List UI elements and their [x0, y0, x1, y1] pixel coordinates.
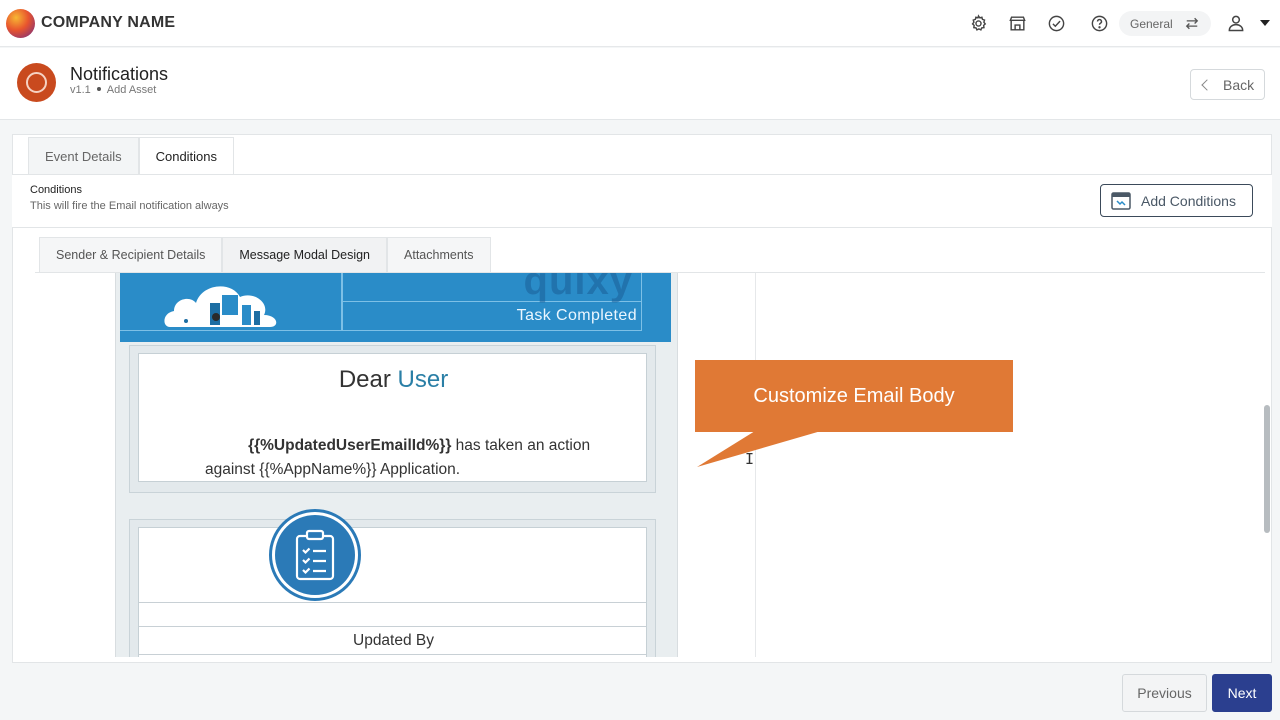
conditions-description: This will fire the Email notification al… — [30, 200, 229, 212]
banner-status-text: Task Completed — [516, 307, 637, 324]
clipboard-icon — [269, 509, 361, 601]
callout-pointer — [697, 431, 821, 467]
message-design-area: quixy Task Completed Dear User {{%Update… — [35, 272, 1265, 657]
greeting-block[interactable]: Dear User {{%UpdatedUserEmailId%}} has t… — [129, 345, 656, 493]
placeholder-app-name: {{%AppName%}} — [259, 461, 377, 478]
tab-sender-recipient[interactable]: Sender & Recipient Details — [39, 237, 223, 272]
window-icon — [1111, 191, 1131, 210]
version-label: v1.1 — [70, 84, 91, 96]
tab-message-modal-design[interactable]: Message Modal Design — [222, 237, 388, 272]
back-button[interactable]: Back — [1190, 69, 1265, 100]
greeting-name: User — [397, 366, 449, 393]
back-label: Back — [1223, 76, 1255, 93]
subtab-bar: Sender & Recipient Details Message Modal… — [39, 237, 491, 272]
add-conditions-label: Add Conditions — [1141, 192, 1236, 209]
tab-conditions[interactable]: Conditions — [138, 137, 235, 174]
next-button[interactable]: Next — [1212, 674, 1272, 712]
email-banner: quixy Task Completed — [120, 273, 671, 342]
store-icon[interactable] — [1007, 13, 1027, 33]
subtitle-label: Add Asset — [106, 84, 157, 96]
company-name: COMPANY NAME — [41, 14, 176, 31]
details-block[interactable]: Updated By — [129, 519, 656, 657]
workspace-switcher[interactable]: General — [1119, 11, 1211, 36]
user-icon[interactable] — [1226, 13, 1246, 33]
tab-bar: Event Details Conditions — [28, 137, 235, 174]
previous-button[interactable]: Previous — [1122, 674, 1207, 712]
vertical-scrollbar[interactable] — [1264, 405, 1270, 533]
page-subtitle: v1.1 Add Asset — [70, 84, 156, 96]
message-text-end: Application. — [376, 461, 461, 478]
check-circle-icon[interactable] — [1046, 13, 1066, 33]
conditions-section: Conditions This will fire the Email noti… — [12, 174, 1272, 228]
brand-logo-text: quixy — [523, 272, 633, 303]
add-conditions-button[interactable]: Add Conditions — [1100, 184, 1253, 217]
email-message: {{%UpdatedUserEmailId%}} has taken an ac… — [205, 434, 625, 482]
email-preview[interactable]: quixy Task Completed Dear User {{%Update… — [115, 273, 678, 657]
updated-by-label: Updated By — [353, 632, 434, 649]
customize-email-callout: Customize Email Body — [695, 360, 1013, 432]
chevron-left-icon — [1201, 78, 1213, 91]
swap-icon — [1185, 17, 1199, 30]
top-navbar: COMPANY NAME General — [0, 0, 1280, 47]
conditions-title: Conditions — [30, 184, 82, 196]
gear-icon[interactable] — [968, 13, 988, 33]
placeholder-user-email: {{%UpdatedUserEmailId%}} — [248, 437, 452, 454]
page-header: Notifications v1.1 Add Asset Back — [0, 48, 1280, 120]
tab-attachments[interactable]: Attachments — [387, 237, 491, 272]
workspace-label: General — [1130, 16, 1173, 31]
help-icon[interactable] — [1089, 13, 1109, 33]
company-logo[interactable] — [6, 9, 35, 38]
cloud-illustration — [164, 286, 277, 327]
tab-event-details[interactable]: Event Details — [28, 137, 139, 174]
chevron-down-icon[interactable] — [1260, 20, 1270, 26]
page-title: Notifications — [70, 64, 169, 84]
greeting-heading: Dear User — [139, 366, 648, 394]
app-icon — [17, 63, 56, 102]
greeting-word: Dear — [338, 366, 391, 393]
